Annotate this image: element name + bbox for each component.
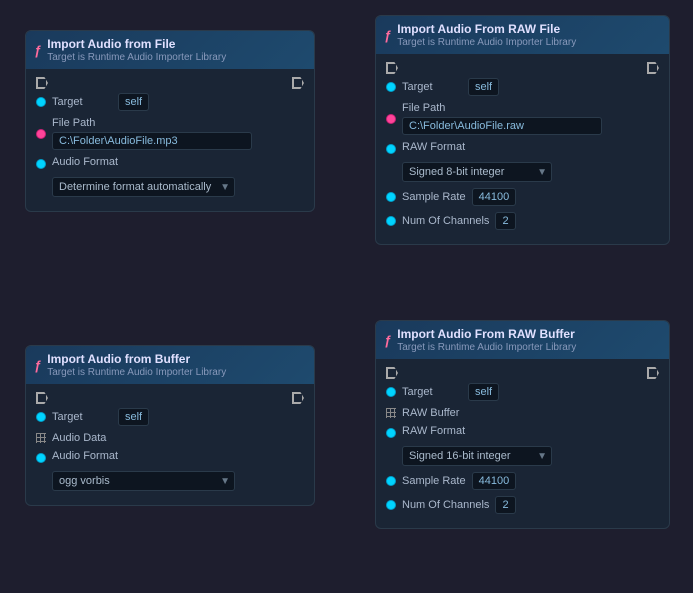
function-icon-2: ƒ bbox=[384, 28, 391, 43]
samplerate-value: 44100 bbox=[472, 188, 517, 206]
node-import-raw-buffer-header: ƒ Import Audio From RAW Buffer Target is… bbox=[376, 321, 669, 359]
audiodata-label: Audio Data bbox=[52, 432, 112, 444]
rawbuffer-row: RAW Buffer bbox=[386, 407, 659, 419]
target-row: Target self bbox=[36, 93, 304, 111]
exec-out-pin-3 bbox=[292, 392, 304, 404]
numchannels-value-2: 2 bbox=[495, 496, 515, 514]
node-import-raw-file-header: ƒ Import Audio From RAW File Target is R… bbox=[376, 16, 669, 54]
filepath-pin-2 bbox=[386, 114, 396, 124]
node-import-raw-buffer: ƒ Import Audio From RAW Buffer Target is… bbox=[375, 320, 670, 529]
target-label-3: Target bbox=[52, 411, 112, 423]
exec-in-pin bbox=[36, 77, 48, 89]
rawformat-row-2: RAW Format Signed 8-bit integer Signed 1… bbox=[386, 425, 659, 466]
rawformat-pin bbox=[386, 144, 396, 154]
target-value: self bbox=[118, 93, 149, 111]
node-import-buffer-subtitle: Target is Runtime Audio Importer Library bbox=[47, 367, 226, 378]
filepath-label-2: File Path bbox=[402, 102, 602, 114]
audioformat-label: Audio Format bbox=[52, 156, 118, 168]
audioformat-select-2[interactable]: ogg vorbis MP3 WAV FLAC Determine format… bbox=[52, 471, 235, 491]
target-label: Target bbox=[52, 96, 112, 108]
target-value-4: self bbox=[468, 383, 499, 401]
node-import-raw-buffer-subtitle: Target is Runtime Audio Importer Library bbox=[397, 342, 576, 353]
target-pin-4 bbox=[386, 387, 396, 397]
audioformat-pin-2 bbox=[36, 453, 46, 463]
numchannels-label-2: Num Of Channels bbox=[402, 499, 489, 511]
exec-row-3 bbox=[36, 392, 304, 404]
numchannels-row-2: Num Of Channels 2 bbox=[386, 496, 659, 514]
rawformat-select[interactable]: Signed 8-bit integer Signed 16-bit integ… bbox=[402, 162, 552, 182]
rawformat-label-2: RAW Format bbox=[402, 425, 465, 437]
audiodata-pin bbox=[36, 433, 46, 443]
samplerate-pin-2 bbox=[386, 476, 396, 486]
target-pin-3 bbox=[36, 412, 46, 422]
target-row-2: Target self bbox=[386, 78, 659, 96]
exec-out-pin-2 bbox=[647, 62, 659, 74]
node-import-buffer: ƒ Import Audio from Buffer Target is Run… bbox=[25, 345, 315, 506]
audioformat-row-2: Audio Format ogg vorbis MP3 WAV FLAC Det… bbox=[36, 450, 304, 491]
exec-in-pin-4 bbox=[386, 367, 398, 379]
samplerate-value-2: 44100 bbox=[472, 472, 517, 490]
samplerate-row-2: Sample Rate 44100 bbox=[386, 472, 659, 490]
audiodata-row: Audio Data bbox=[36, 432, 304, 444]
node-import-raw-file-title: Import Audio From RAW File bbox=[397, 22, 576, 36]
target-value-2: self bbox=[468, 78, 499, 96]
samplerate-row: Sample Rate 44100 bbox=[386, 188, 659, 206]
rawformat-pin-2 bbox=[386, 428, 396, 438]
target-pin-2 bbox=[386, 82, 396, 92]
target-pin bbox=[36, 97, 46, 107]
target-value-3: self bbox=[118, 408, 149, 426]
rawformat-row: RAW Format Signed 8-bit integer Signed 1… bbox=[386, 141, 659, 182]
filepath-pin bbox=[36, 129, 46, 139]
exec-out-pin-4 bbox=[647, 367, 659, 379]
node-import-file-header: ƒ Import Audio from File Target is Runti… bbox=[26, 31, 314, 69]
samplerate-label: Sample Rate bbox=[402, 191, 466, 203]
audioformat-pin bbox=[36, 159, 46, 169]
rawformat-label: RAW Format bbox=[402, 141, 465, 153]
function-icon: ƒ bbox=[34, 43, 41, 58]
numchannels-pin bbox=[386, 216, 396, 226]
rawformat-select-2[interactable]: Signed 8-bit integer Signed 16-bit integ… bbox=[402, 446, 552, 466]
samplerate-label-2: Sample Rate bbox=[402, 475, 466, 487]
node-import-buffer-header: ƒ Import Audio from Buffer Target is Run… bbox=[26, 346, 314, 384]
numchannels-pin-2 bbox=[386, 500, 396, 510]
target-row-3: Target self bbox=[36, 408, 304, 426]
target-label-2: Target bbox=[402, 81, 462, 93]
filepath-label: File Path bbox=[52, 117, 252, 129]
target-label-4: Target bbox=[402, 386, 462, 398]
filepath-value-2: C:\Folder\AudioFile.raw bbox=[402, 117, 602, 135]
node-import-file-title: Import Audio from File bbox=[47, 37, 226, 51]
node-import-buffer-title: Import Audio from Buffer bbox=[47, 352, 226, 366]
exec-out-pin bbox=[292, 77, 304, 89]
filepath-row: File Path C:\Folder\AudioFile.mp3 bbox=[36, 117, 304, 150]
exec-row bbox=[36, 77, 304, 89]
node-import-raw-buffer-title: Import Audio From RAW Buffer bbox=[397, 327, 576, 341]
audioformat-label-2: Audio Format bbox=[52, 450, 118, 462]
filepath-row-2: File Path C:\Folder\AudioFile.raw bbox=[386, 102, 659, 135]
filepath-value: C:\Folder\AudioFile.mp3 bbox=[52, 132, 252, 150]
rawbuffer-pin bbox=[386, 408, 396, 418]
numchannels-value: 2 bbox=[495, 212, 515, 230]
node-import-file-subtitle: Target is Runtime Audio Importer Library bbox=[47, 52, 226, 63]
samplerate-pin bbox=[386, 192, 396, 202]
audioformat-select[interactable]: Determine format automatically MP3 WAV F… bbox=[52, 177, 235, 197]
numchannels-label: Num Of Channels bbox=[402, 215, 489, 227]
audioformat-row: Audio Format Determine format automatica… bbox=[36, 156, 304, 197]
node-import-file: ƒ Import Audio from File Target is Runti… bbox=[25, 30, 315, 212]
exec-in-pin-3 bbox=[36, 392, 48, 404]
exec-row-2 bbox=[386, 62, 659, 74]
node-import-raw-file: ƒ Import Audio From RAW File Target is R… bbox=[375, 15, 670, 245]
function-icon-3: ƒ bbox=[34, 358, 41, 373]
node-import-raw-file-subtitle: Target is Runtime Audio Importer Library bbox=[397, 37, 576, 48]
rawbuffer-label: RAW Buffer bbox=[402, 407, 462, 419]
exec-in-pin-2 bbox=[386, 62, 398, 74]
exec-row-4 bbox=[386, 367, 659, 379]
target-row-4: Target self bbox=[386, 383, 659, 401]
function-icon-4: ƒ bbox=[384, 333, 391, 348]
numchannels-row: Num Of Channels 2 bbox=[386, 212, 659, 230]
